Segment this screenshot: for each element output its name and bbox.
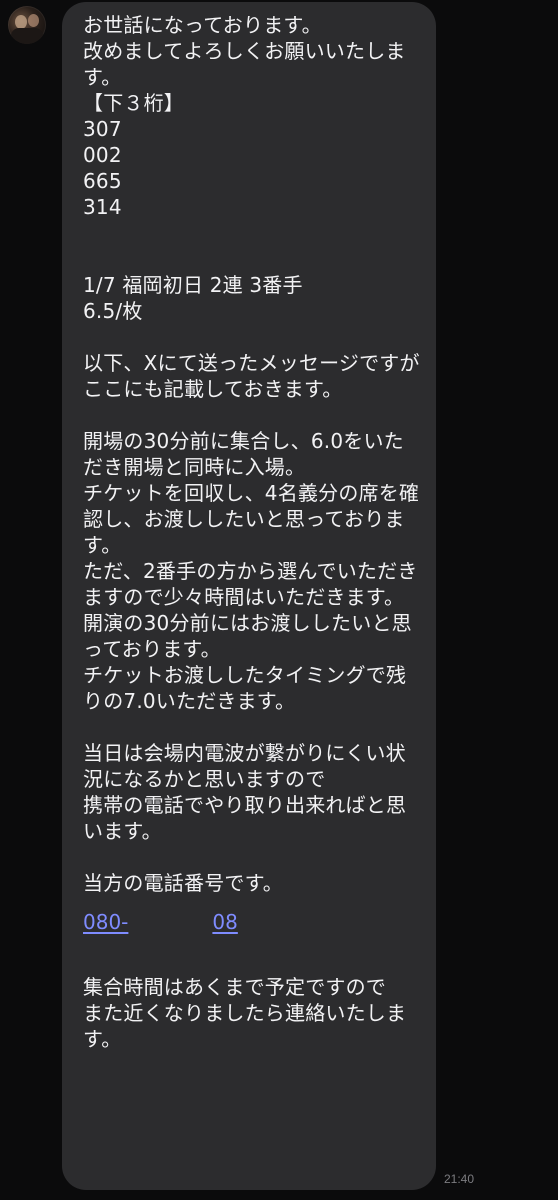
phone-link-prefix[interactable]: 080- [83, 910, 128, 934]
message-text: お世話になっております。 改めましてよろしくお願いいたします。 【下３桁】 30… [83, 13, 420, 895]
phone-number-line: 080- 08 [83, 896, 420, 948]
message-bubble[interactable]: お世話になっております。 改めましてよろしくお願いいたします。 【下３桁】 30… [62, 2, 436, 1190]
avatar-body [11, 28, 43, 44]
avatar-face [15, 15, 27, 29]
avatar-face [28, 14, 39, 27]
message-text-closing: 集合時間はあくまで予定ですので また近くなりましたら連絡いたします。 [83, 975, 407, 1051]
sender-avatar[interactable] [8, 6, 46, 44]
phone-link-suffix[interactable]: 08 [212, 910, 237, 934]
message-timestamp: 21:40 [444, 1172, 475, 1186]
